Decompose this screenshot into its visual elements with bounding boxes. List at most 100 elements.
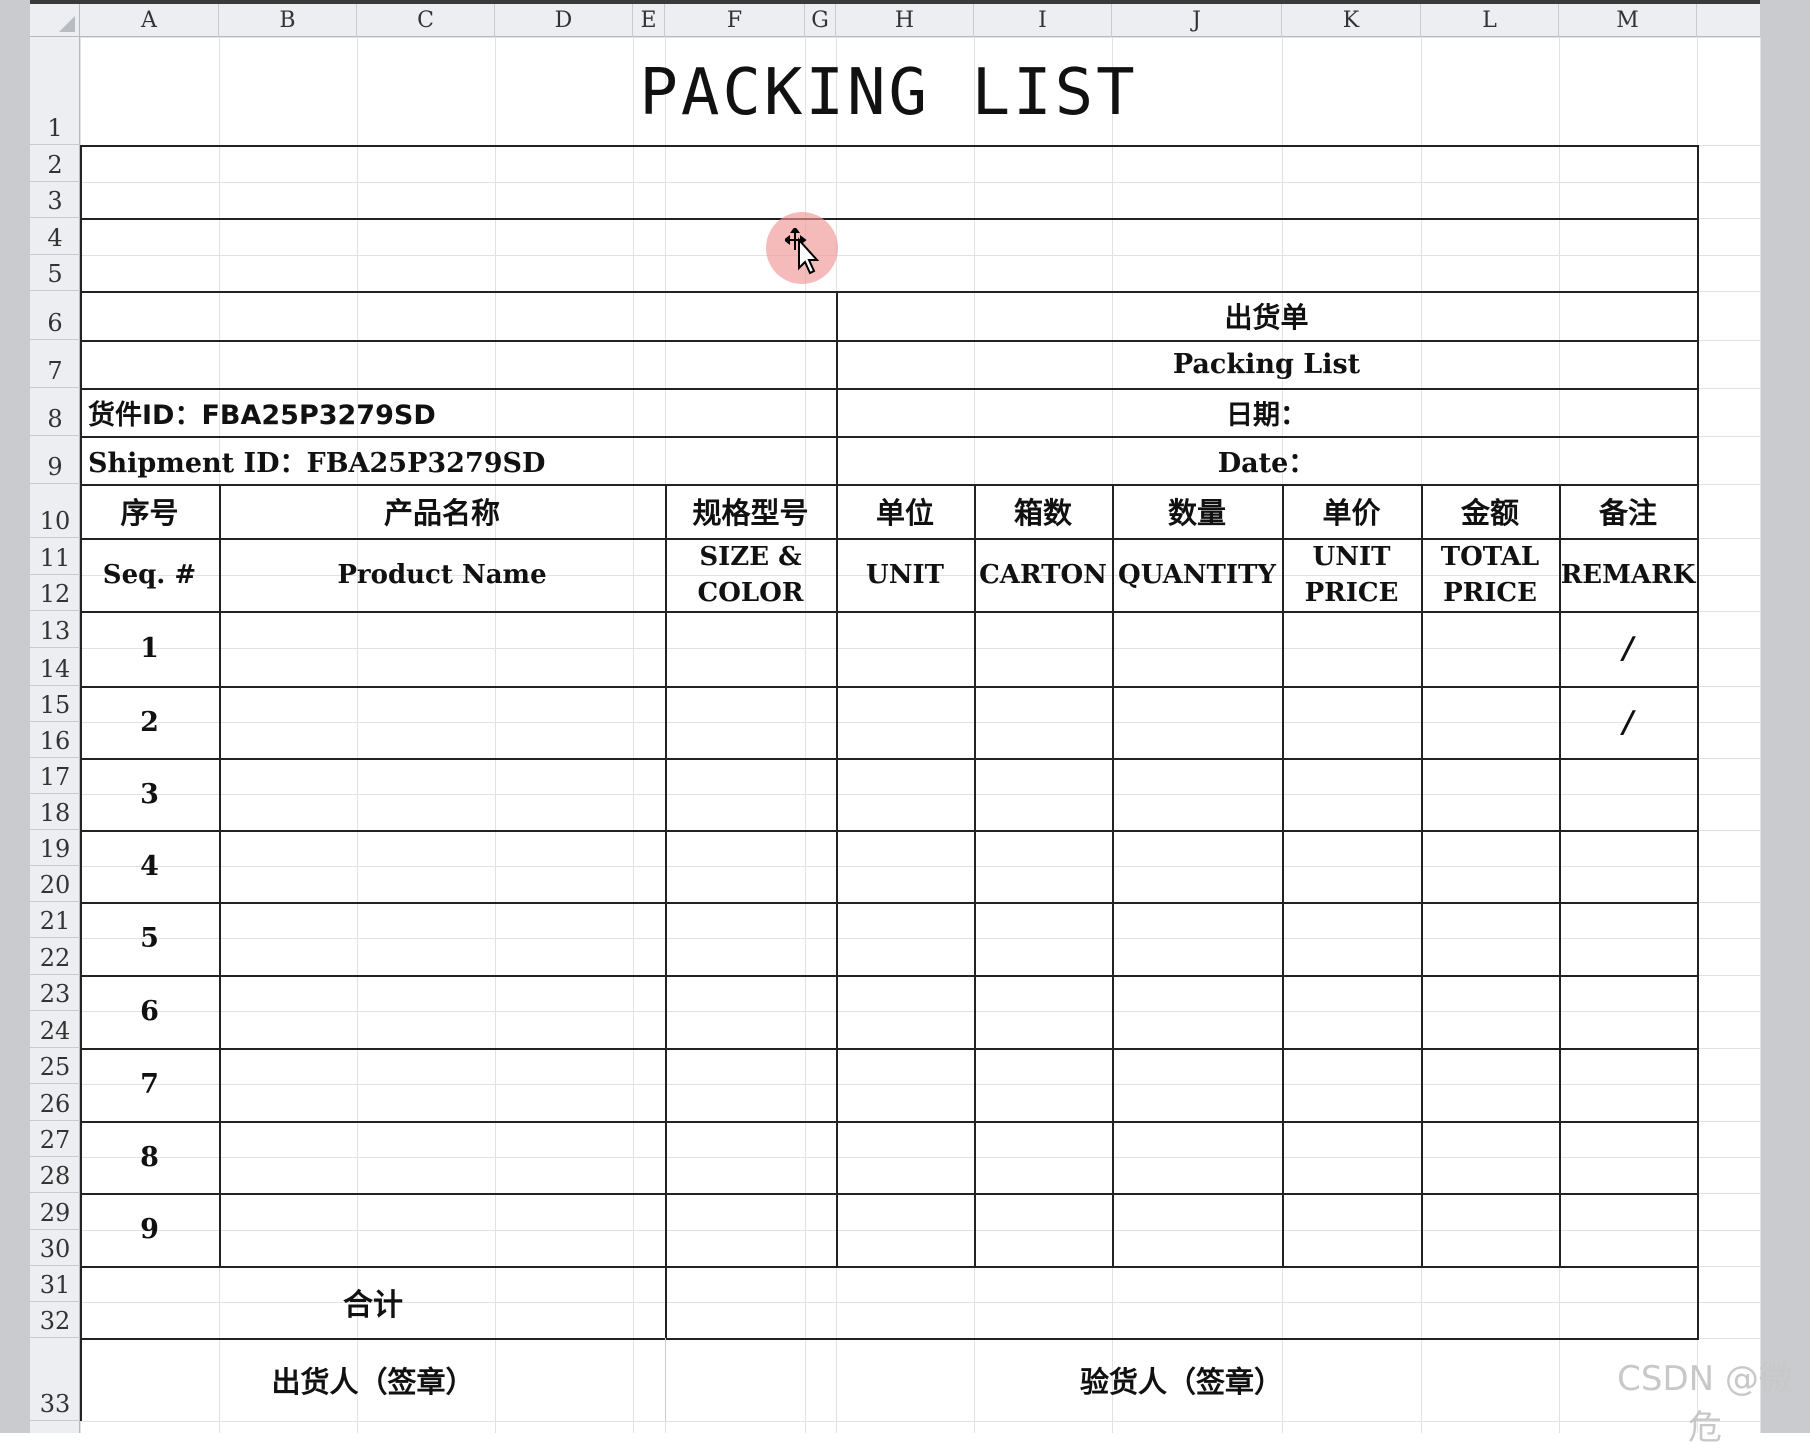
row-header[interactable]: 8 <box>30 388 80 436</box>
row-header[interactable]: 25 <box>30 1048 80 1084</box>
column-header[interactable]: D <box>495 4 633 37</box>
table-cell[interactable] <box>1112 902 1282 975</box>
column-header[interactable]: E <box>633 4 665 37</box>
row-remark-cell[interactable] <box>1559 1121 1697 1193</box>
row-seq-cell[interactable]: 7 <box>80 1048 219 1121</box>
row-header[interactable]: 13 <box>30 611 80 648</box>
table-header-en[interactable]: SIZE & COLOR <box>665 538 836 611</box>
table-cell[interactable] <box>1112 1121 1282 1193</box>
table-header-en[interactable]: UNIT <box>836 538 974 611</box>
row-seq-cell[interactable]: 6 <box>80 975 219 1048</box>
shipment-id-en-cell[interactable]: Shipment ID：FBA25P3279SD <box>80 436 836 484</box>
row-header[interactable]: 2 <box>30 145 80 182</box>
table-header-cn[interactable]: 单价 <box>1282 484 1421 538</box>
row-header[interactable]: 26 <box>30 1084 80 1121</box>
row-header[interactable]: 4 <box>30 218 80 255</box>
table-cell[interactable] <box>219 975 665 1048</box>
row-header[interactable]: 33 <box>30 1338 80 1421</box>
row-seq-cell[interactable]: 1 <box>80 611 219 686</box>
select-all-corner[interactable] <box>30 4 80 37</box>
table-cell[interactable] <box>665 902 836 975</box>
table-header-cn[interactable]: 产品名称 <box>219 484 665 538</box>
table-cell[interactable] <box>1282 758 1421 830</box>
header-en-cell[interactable]: Packing List <box>836 340 1697 388</box>
table-cell[interactable] <box>219 686 665 758</box>
row-header[interactable]: 6 <box>30 291 80 340</box>
table-cell[interactable] <box>665 1121 836 1193</box>
row-header[interactable]: 10 <box>30 484 80 538</box>
table-header-cn[interactable]: 单位 <box>836 484 974 538</box>
column-header[interactable]: L <box>1421 4 1559 37</box>
column-header[interactable]: A <box>80 4 219 37</box>
table-cell[interactable] <box>1421 1193 1559 1266</box>
table-cell[interactable] <box>219 1048 665 1121</box>
table-header-cn[interactable]: 箱数 <box>974 484 1112 538</box>
table-cell[interactable] <box>1421 1048 1559 1121</box>
table-cell[interactable] <box>665 975 836 1048</box>
row-remark-cell[interactable] <box>1559 1193 1697 1266</box>
header-cn-cell[interactable]: 出货单 <box>836 292 1697 340</box>
table-cell[interactable] <box>974 902 1112 975</box>
row-header[interactable]: 30 <box>30 1230 80 1266</box>
table-cell[interactable] <box>836 1048 974 1121</box>
row-header[interactable]: 20 <box>30 866 80 902</box>
table-cell[interactable] <box>1282 975 1421 1048</box>
column-header[interactable]: H <box>836 4 974 37</box>
row-header[interactable]: 1 <box>30 37 80 145</box>
table-cell[interactable] <box>1282 1121 1421 1193</box>
table-cell[interactable] <box>665 758 836 830</box>
table-header-en[interactable]: QUANTITY <box>1112 538 1282 611</box>
table-header-en[interactable]: Product Name <box>219 538 665 611</box>
table-cell[interactable] <box>1112 611 1282 686</box>
table-cell[interactable] <box>665 1193 836 1266</box>
shipment-id-cn-cell[interactable]: 货件ID：FBA25P3279SD <box>80 388 836 436</box>
table-cell[interactable] <box>836 1121 974 1193</box>
table-cell[interactable] <box>665 611 836 686</box>
row-seq-cell[interactable]: 8 <box>80 1121 219 1193</box>
row-remark-cell[interactable] <box>1559 758 1697 830</box>
row-seq-cell[interactable]: 2 <box>80 686 219 758</box>
column-header[interactable]: G <box>805 4 836 37</box>
table-header-en[interactable]: UNIT PRICE <box>1282 538 1421 611</box>
table-cell[interactable] <box>974 611 1112 686</box>
row-remark-cell[interactable] <box>1559 1048 1697 1121</box>
table-cell[interactable] <box>836 902 974 975</box>
table-cell[interactable] <box>1421 686 1559 758</box>
row-header[interactable]: 28 <box>30 1157 80 1193</box>
table-cell[interactable] <box>1421 758 1559 830</box>
row-remark-cell[interactable]: / <box>1559 611 1697 686</box>
row-header[interactable]: 18 <box>30 794 80 830</box>
table-header-cn[interactable]: 序号 <box>80 484 219 538</box>
date-en-cell[interactable]: Date： <box>836 436 1697 484</box>
row-header[interactable]: 9 <box>30 436 80 484</box>
table-cell[interactable] <box>836 686 974 758</box>
row-header[interactable]: 7 <box>30 340 80 388</box>
table-cell[interactable] <box>974 758 1112 830</box>
table-cell[interactable] <box>1112 830 1282 902</box>
total-label-cell[interactable]: 合计 <box>80 1266 666 1338</box>
table-cell[interactable] <box>219 758 665 830</box>
table-cell[interactable] <box>1282 686 1421 758</box>
table-cell[interactable] <box>836 611 974 686</box>
row-remark-cell[interactable] <box>1559 975 1697 1048</box>
column-header[interactable]: J <box>1112 4 1282 37</box>
table-cell[interactable] <box>974 1121 1112 1193</box>
date-cn-cell[interactable]: 日期： <box>836 388 1697 436</box>
table-cell[interactable] <box>974 686 1112 758</box>
row-header[interactable]: 24 <box>30 1011 80 1048</box>
table-cell[interactable] <box>219 1121 665 1193</box>
table-cell[interactable] <box>836 758 974 830</box>
table-cell[interactable] <box>1421 975 1559 1048</box>
table-cell[interactable] <box>1282 1193 1421 1266</box>
row-seq-cell[interactable]: 9 <box>80 1193 219 1266</box>
row-remark-cell[interactable] <box>1559 902 1697 975</box>
page-title[interactable]: PACKING LIST <box>80 40 1697 145</box>
table-header-cn[interactable]: 规格型号 <box>665 484 836 538</box>
row-header[interactable]: 27 <box>30 1121 80 1157</box>
row-header[interactable]: 17 <box>30 758 80 794</box>
row-seq-cell[interactable]: 5 <box>80 902 219 975</box>
table-cell[interactable] <box>1421 1121 1559 1193</box>
table-cell[interactable] <box>219 830 665 902</box>
row-remark-cell[interactable]: / <box>1559 686 1697 758</box>
row-header[interactable]: 29 <box>30 1193 80 1230</box>
